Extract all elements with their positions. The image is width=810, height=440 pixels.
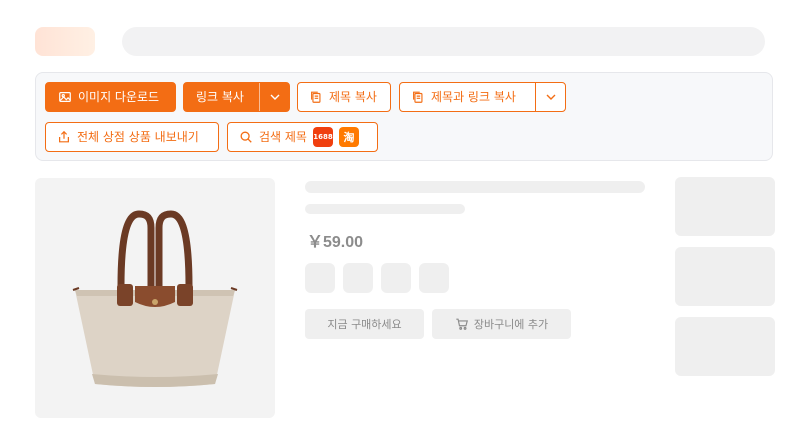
search-title-label: 검색 제목 [259, 130, 307, 144]
chevron-down-icon [546, 94, 556, 100]
side-card-skeleton [675, 247, 775, 306]
option-swatch[interactable] [419, 263, 449, 293]
download-images-label: 이미지 다운로드 [78, 90, 160, 104]
search-title-button[interactable]: 검색 제목 1688 淘 [227, 122, 378, 152]
side-card-skeleton [675, 317, 775, 376]
copy-title-link-button[interactable]: 제목과 링크 복사 [399, 82, 566, 112]
copy-title-button[interactable]: 제목 복사 [297, 82, 391, 112]
option-swatch[interactable] [343, 263, 373, 293]
copy-link-button[interactable]: 링크 복사 [183, 82, 290, 112]
title-skeleton-line-2 [305, 204, 465, 214]
site-taobao-icon[interactable]: 淘 [338, 127, 359, 147]
chevron-down-icon [270, 94, 280, 100]
title-skeleton-line-1 [305, 181, 645, 193]
copy-link-label: 링크 복사 [196, 90, 244, 104]
copy-icon [411, 90, 425, 104]
export-icon [57, 130, 71, 144]
search-bar-placeholder [122, 27, 765, 56]
option-swatch[interactable] [305, 263, 335, 293]
search-icon [239, 130, 253, 144]
side-card-skeleton [675, 177, 775, 236]
site-1688-icon[interactable]: 1688 [312, 127, 333, 147]
option-swatch[interactable] [381, 263, 411, 293]
copy-link-dropdown[interactable] [259, 83, 290, 111]
image-icon [58, 90, 72, 104]
copy-icon [309, 90, 323, 104]
tote-bag-illustration [72, 210, 238, 387]
download-images-button[interactable]: 이미지 다운로드 [45, 82, 176, 112]
add-to-cart-button[interactable]: 장바구니에 추가 [432, 309, 571, 339]
copy-title-link-label: 제목과 링크 복사 [431, 90, 516, 104]
export-store-products-button[interactable]: 전체 상점 상품 내보내기 [45, 122, 219, 152]
page: 이미지 다운로드 링크 복사 제목 복사 제목과 링크 복사 전체 상점 상품 … [0, 0, 810, 440]
buy-now-button[interactable]: 지금 구매하세요 [305, 309, 424, 339]
logo-placeholder [35, 27, 95, 56]
copy-title-link-dropdown[interactable] [535, 83, 566, 111]
extension-toolbar: 이미지 다운로드 링크 복사 제목 복사 제목과 링크 복사 전체 상점 상품 … [35, 72, 773, 161]
add-to-cart-label: 장바구니에 추가 [473, 318, 549, 331]
product-price: ￥59.00 [307, 234, 364, 251]
export-store-products-label: 전체 상점 상품 내보내기 [77, 130, 199, 144]
buy-now-label: 지금 구매하세요 [327, 318, 402, 331]
product-image [35, 178, 275, 418]
copy-title-label: 제목 복사 [329, 90, 377, 104]
cart-icon [456, 318, 468, 330]
